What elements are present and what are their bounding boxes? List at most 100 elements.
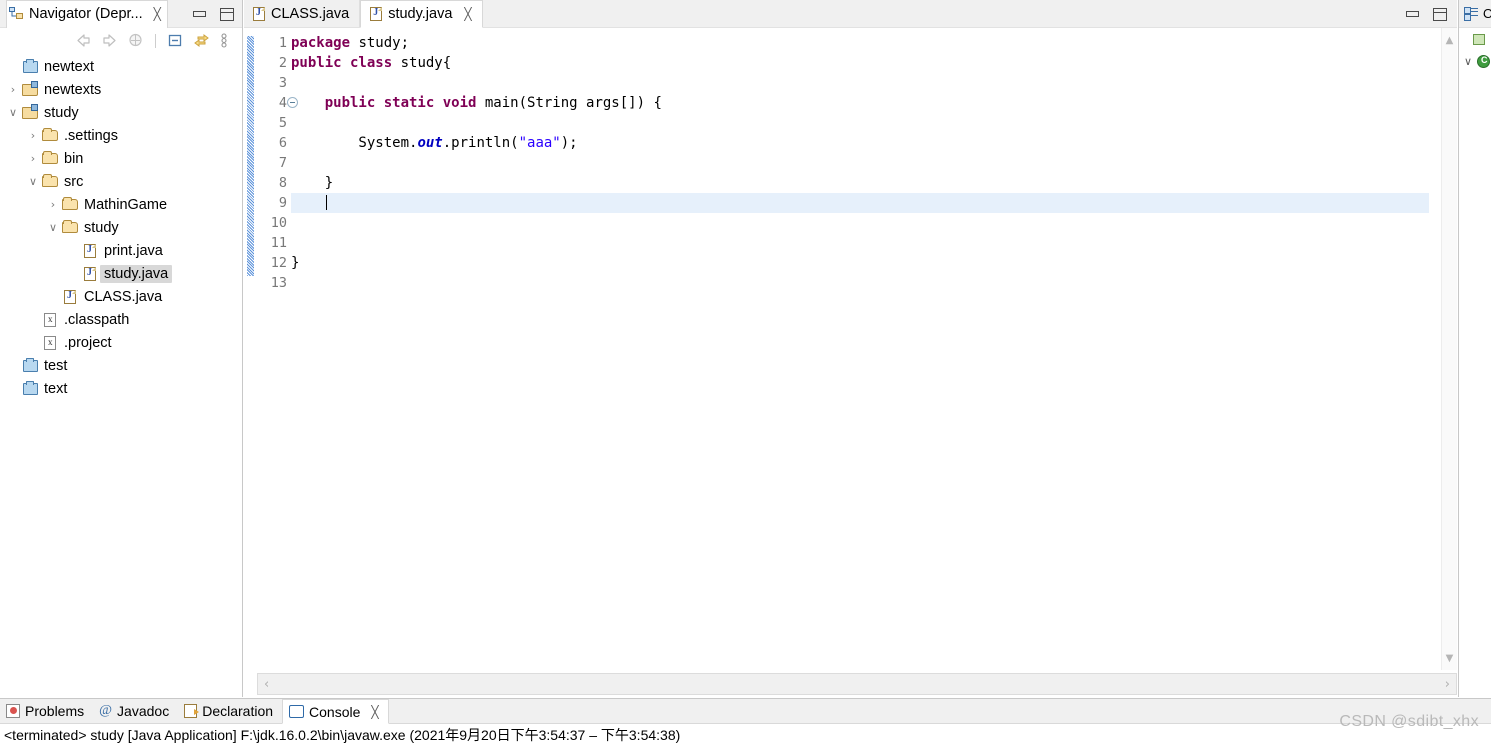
change-ruler: [247, 36, 254, 276]
maximize-icon[interactable]: [1433, 7, 1447, 21]
java-project-icon: [22, 80, 38, 96]
code-line[interactable]: package study;: [291, 33, 1429, 53]
code-line[interactable]: [291, 213, 1429, 233]
chevron-right-icon[interactable]: ›: [46, 198, 60, 211]
code-line[interactable]: [291, 153, 1429, 173]
problems-icon: [6, 704, 20, 718]
tree-item-icon: [40, 128, 60, 141]
code-token: study;: [350, 35, 410, 51]
editor-tab[interactable]: study.java ╳: [360, 0, 483, 28]
close-icon[interactable]: ╳: [464, 8, 471, 20]
tree-item-label: bin: [64, 150, 84, 167]
code-line[interactable]: [291, 73, 1429, 93]
code-line[interactable]: System.out.println("aaa");: [291, 133, 1429, 153]
tree-item[interactable]: print.java: [0, 239, 234, 262]
editor-vertical-scrollbar[interactable]: ▲ ▼: [1441, 28, 1457, 670]
scroll-down-icon[interactable]: ▼: [1442, 650, 1457, 666]
java-file-icon: [84, 266, 96, 281]
editor-horizontal-scrollbar[interactable]: ‹ ›: [257, 673, 1457, 695]
chevron-right-icon[interactable]: ›: [26, 152, 40, 165]
tree-item-label: MathinGame: [84, 196, 168, 213]
java-file-icon: [370, 7, 383, 21]
code-line[interactable]: public static void main(String args[]) {: [291, 93, 1429, 113]
view-menu-icon[interactable]: [219, 32, 236, 49]
tree-item[interactable]: › newtexts: [0, 78, 234, 101]
tree-item[interactable]: › MathinGame: [0, 193, 234, 216]
chevron-down-icon[interactable]: ∨: [6, 106, 20, 119]
tree-item-icon: [40, 312, 60, 327]
tree-item-label: study: [44, 104, 79, 121]
xml-file-icon: [44, 335, 56, 350]
navigator-tree[interactable]: newtext › newtexts ∨ study › .settings › bin ∨ src…: [0, 53, 234, 697]
line-number: 11: [270, 235, 287, 251]
navigator-tab[interactable]: Navigator (Depr... ╳: [6, 0, 168, 28]
tree-item[interactable]: › .settings: [0, 124, 234, 147]
tree-item[interactable]: newtext: [0, 55, 234, 78]
tree-item[interactable]: test: [0, 354, 234, 377]
code-line[interactable]: }: [291, 173, 1429, 193]
bottom-tab[interactable]: @ Javadoc: [93, 699, 179, 723]
tree-item[interactable]: CLASS.java: [0, 285, 234, 308]
bottom-tab-bar: Problems @ Javadoc Declaration Console ╳: [0, 699, 1491, 724]
outline-item-class[interactable]: ∨: [1459, 50, 1491, 72]
code-line[interactable]: public class study{: [291, 53, 1429, 73]
project-folder-icon: [22, 58, 38, 73]
chevron-right-icon[interactable]: ›: [6, 83, 20, 96]
minimize-icon[interactable]: [193, 11, 206, 17]
scroll-right-icon[interactable]: ›: [1445, 677, 1450, 692]
bottom-tab[interactable]: Console ╳: [282, 699, 389, 724]
code-editor[interactable]: 1 2 3 4 5 6 7 8 9 10 11 12 13 package study; public c…: [244, 28, 1457, 697]
minimize-icon[interactable]: [1406, 11, 1419, 17]
code-line[interactable]: [291, 233, 1429, 253]
bottom-tab-label: Problems: [25, 703, 85, 719]
chevron-down-icon[interactable]: ∨: [26, 175, 40, 188]
source-text[interactable]: package study; public class study{ public…: [291, 28, 1429, 670]
code-line[interactable]: [291, 273, 1429, 293]
tree-item[interactable]: text: [0, 377, 234, 400]
bottom-tab-label: Declaration: [202, 703, 274, 719]
chevron-right-icon[interactable]: ›: [26, 129, 40, 142]
editor-area: CLASS.javastudy.java╳ 12345678910111213 …: [244, 0, 1457, 697]
tree-item[interactable]: ∨ src: [0, 170, 234, 193]
bottom-tab[interactable]: Problems: [0, 699, 94, 723]
editor-tab[interactable]: CLASS.java: [244, 0, 361, 27]
tree-item[interactable]: .project: [0, 331, 234, 354]
maximize-icon[interactable]: [220, 7, 234, 21]
tree-item[interactable]: › bin: [0, 147, 234, 170]
tree-item[interactable]: study.java: [0, 262, 234, 285]
tree-item[interactable]: ∨ study: [0, 101, 234, 124]
marker-bar: [244, 28, 257, 670]
code-line[interactable]: [291, 193, 1429, 213]
tree-item[interactable]: ∨ study: [0, 216, 234, 239]
bottom-tab[interactable]: Declaration: [178, 699, 283, 723]
code-token: .println(: [442, 135, 519, 151]
code-line[interactable]: [291, 113, 1429, 133]
java-file-icon: [84, 243, 96, 258]
scroll-up-icon[interactable]: ▲: [1442, 32, 1457, 48]
collapse-all-icon[interactable]: [167, 32, 184, 49]
outline-tab[interactable]: O: [1459, 0, 1491, 28]
outline-item-package[interactable]: [1459, 28, 1491, 50]
chevron-down-icon[interactable]: ∨: [46, 221, 60, 234]
line-number: 13: [270, 275, 287, 291]
folder-icon: [62, 197, 78, 210]
forward-arrow-icon[interactable]: [101, 32, 118, 49]
chevron-down-icon[interactable]: ∨: [1462, 55, 1474, 68]
scroll-left-icon[interactable]: ‹: [264, 677, 269, 692]
code-token: "aaa": [518, 135, 561, 151]
console-icon: [289, 705, 305, 718]
folder-icon: [42, 174, 58, 187]
code-token: public static void: [324, 95, 477, 111]
javadoc-icon: @: [99, 703, 113, 718]
tree-item[interactable]: .classpath: [0, 308, 234, 331]
close-icon[interactable]: ╳: [154, 8, 161, 20]
back-arrow-icon[interactable]: [75, 32, 92, 49]
link-with-editor-icon[interactable]: [193, 32, 210, 49]
code-line[interactable]: }: [291, 253, 1429, 273]
close-icon[interactable]: ╳: [371, 706, 378, 718]
home-icon[interactable]: [127, 32, 144, 49]
code-token: }: [291, 175, 334, 191]
xml-file-icon: [44, 312, 56, 327]
code-token: package: [291, 35, 351, 51]
